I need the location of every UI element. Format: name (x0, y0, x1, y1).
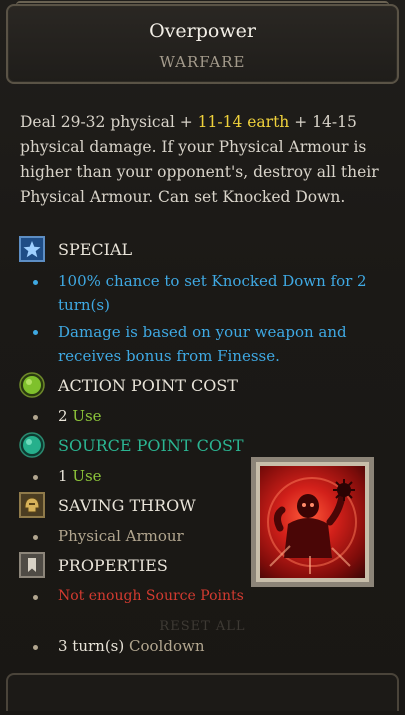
tooltip-header: Overpower WARFARE (6, 1, 399, 84)
desc-text-1: Deal 29-32 physical + (20, 113, 198, 131)
source-point-title: SOURCE POINT COST (58, 436, 244, 455)
overpower-skill-icon (256, 462, 369, 582)
special-item-1: 100% chance to set Knocked Down for 2 tu… (58, 272, 367, 314)
source-point-value: 1 Use (58, 464, 102, 488)
helmet-icon (19, 492, 45, 518)
action-point-title: ACTION POINT COST (58, 376, 238, 395)
bookmark-icon (19, 552, 45, 578)
bullet (33, 645, 38, 650)
special-item-2: Damage is based on your weapon and recei… (58, 323, 347, 365)
bullet (33, 535, 38, 540)
saving-throw-title: SAVING THROW (58, 496, 196, 515)
cooldown: 3 turn(s) Cooldown (58, 634, 204, 658)
star-icon (19, 236, 45, 262)
sp-number: 1 (58, 467, 68, 485)
bullet (33, 595, 38, 600)
bullet (33, 330, 38, 335)
skill-name: Overpower (149, 20, 256, 42)
properties-title: PROPERTIES (58, 556, 168, 575)
saving-throw-value: Physical Armour (58, 527, 184, 545)
tooltip-footer (6, 673, 399, 711)
cooldown-label: Cooldown (129, 637, 205, 655)
bullet (33, 280, 38, 285)
action-point-value: 2 Use (58, 404, 102, 428)
properties-warning: Not enough Source Points (58, 588, 244, 604)
ap-number: 2 (58, 407, 68, 425)
earth-damage: 11-14 earth (197, 113, 290, 131)
reset-all-label: RESET ALL (159, 619, 246, 634)
skill-school: WARFARE (159, 53, 246, 71)
bullet (33, 415, 38, 420)
sp-unit: Use (72, 467, 102, 485)
teal-orb-icon (19, 432, 45, 458)
bullet (33, 475, 38, 480)
skill-description: Deal 29-32 physical + 11-14 earth + 14-1… (20, 110, 385, 210)
special-title: SPECIAL (58, 240, 133, 259)
skill-tooltip: Overpower WARFARE Deal 29-32 physical + … (0, 0, 405, 715)
green-orb-icon (19, 372, 45, 398)
skill-icon-frame (251, 457, 374, 587)
ap-unit: Use (72, 407, 102, 425)
cooldown-value: 3 turn(s) (58, 637, 125, 655)
